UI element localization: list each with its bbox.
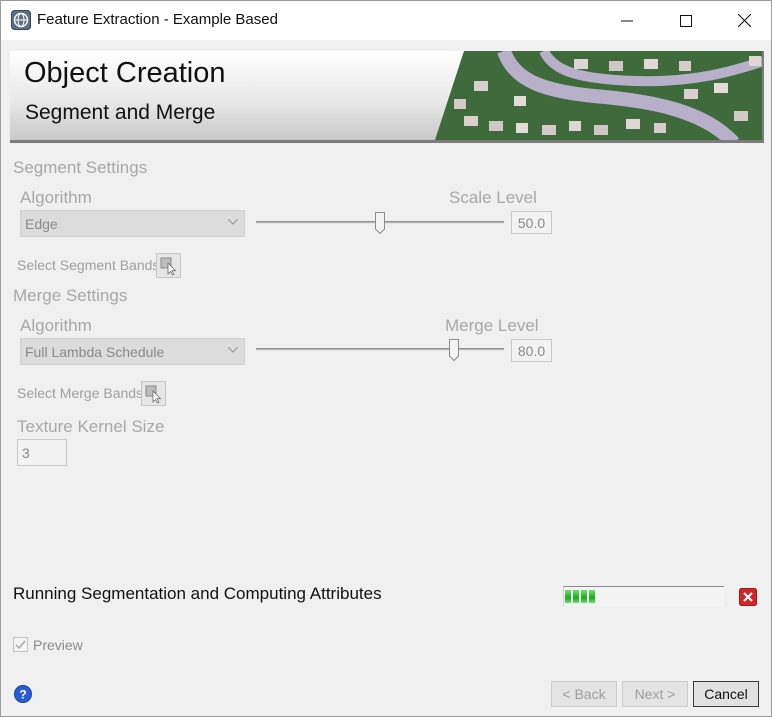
scale-level-field[interactable]: 50.0 bbox=[511, 211, 552, 234]
wizard-banner: Object Creation Segment and Merge bbox=[10, 51, 764, 143]
merge-settings-title: Merge Settings bbox=[13, 286, 128, 305]
window-title: Feature Extraction - Example Based bbox=[37, 11, 278, 28]
merge-algorithm-label: Algorithm bbox=[20, 316, 92, 335]
merge-level-field[interactable]: 80.0 bbox=[511, 339, 552, 362]
maximize-icon bbox=[680, 14, 692, 27]
segment-algorithm-value: Edge bbox=[25, 216, 58, 232]
cancel-button[interactable]: Cancel bbox=[693, 681, 759, 707]
segment-algorithm-select[interactable]: Edge bbox=[20, 210, 245, 237]
scale-level-label: Scale Level bbox=[449, 188, 537, 207]
help-icon[interactable]: ? bbox=[14, 685, 32, 703]
title-bar[interactable]: Feature Extraction - Example Based bbox=[1, 1, 771, 40]
select-segment-bands-label: Select Segment Bands bbox=[17, 257, 160, 273]
status-text: Running Segmentation and Computing Attri… bbox=[13, 584, 382, 603]
close-icon bbox=[737, 14, 751, 27]
scale-level-slider-thumb[interactable] bbox=[375, 212, 385, 234]
select-segment-bands-button[interactable] bbox=[156, 253, 181, 278]
red-x-icon[interactable] bbox=[739, 588, 757, 606]
preview-label: Preview bbox=[33, 637, 83, 653]
select-merge-bands-label: Select Merge Bands bbox=[17, 385, 144, 401]
select-cursor-icon bbox=[160, 257, 177, 276]
aerial-imagery-thumbnail bbox=[434, 51, 762, 140]
progress-segment bbox=[581, 590, 587, 603]
progress-segment bbox=[565, 590, 571, 603]
merge-level-slider-track[interactable] bbox=[256, 348, 504, 351]
chevron-down-icon bbox=[228, 219, 238, 225]
progress-bar bbox=[563, 586, 724, 606]
merge-level-label: Merge Level bbox=[445, 316, 539, 335]
texture-kernel-size-label: Texture Kernel Size bbox=[17, 417, 165, 436]
minimize-button[interactable] bbox=[598, 1, 656, 40]
globe-app-icon bbox=[11, 10, 31, 30]
checkmark-icon bbox=[15, 640, 26, 650]
close-button[interactable] bbox=[715, 1, 772, 40]
select-merge-bands-button[interactable] bbox=[141, 381, 166, 406]
banner-title: Object Creation bbox=[24, 57, 226, 89]
chevron-down-icon bbox=[228, 347, 238, 353]
texture-kernel-size-field[interactable]: 3 bbox=[17, 439, 67, 466]
next-button[interactable]: Next > bbox=[622, 681, 688, 707]
merge-algorithm-select[interactable]: Full Lambda Schedule bbox=[20, 338, 245, 365]
dialog-window: Feature Extraction - Example Based Objec… bbox=[0, 0, 772, 717]
banner-subtitle: Segment and Merge bbox=[25, 101, 216, 124]
progress-segment bbox=[573, 590, 579, 603]
minimize-icon bbox=[621, 20, 633, 21]
maximize-button[interactable] bbox=[657, 1, 715, 40]
select-cursor-icon bbox=[145, 385, 162, 404]
merge-level-slider-thumb[interactable] bbox=[449, 339, 460, 361]
progress-segment bbox=[589, 590, 595, 603]
svg-text:?: ? bbox=[19, 688, 26, 702]
segment-settings-title: Segment Settings bbox=[13, 158, 148, 177]
progress-bar-fill bbox=[565, 590, 595, 603]
segment-algorithm-label: Algorithm bbox=[20, 188, 92, 207]
preview-checkbox[interactable] bbox=[13, 637, 28, 652]
back-button[interactable]: < Back bbox=[551, 681, 617, 707]
merge-algorithm-value: Full Lambda Schedule bbox=[25, 344, 165, 360]
